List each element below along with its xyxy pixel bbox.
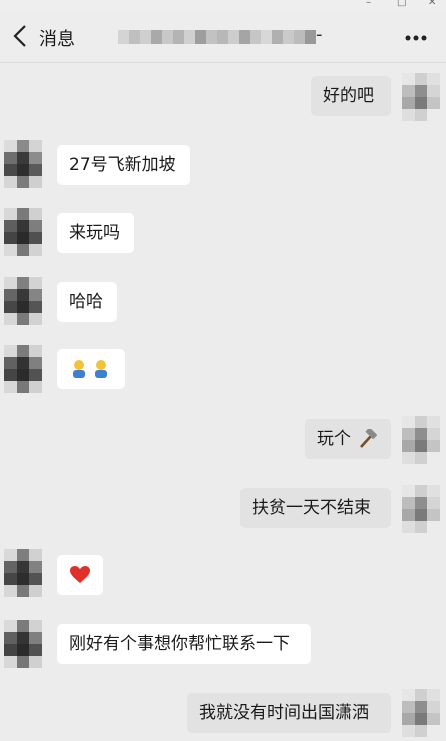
message-text: 我就没有时间出国潇洒: [199, 703, 369, 723]
my-avatar[interactable]: [402, 485, 440, 533]
message-bubble-outgoing[interactable]: 玩个: [305, 419, 391, 459]
minimize-icon[interactable]: –: [366, 0, 371, 8]
message-text: 来玩吗: [69, 223, 120, 243]
close-icon[interactable]: ✕: [428, 0, 436, 8]
message-bubble-incoming[interactable]: [57, 555, 103, 595]
message-bubble-outgoing[interactable]: 好的吧: [311, 76, 391, 116]
heart-emoji-icon: [70, 566, 90, 583]
two-people-emoji-icon: [73, 360, 107, 378]
message-text: 好的吧: [323, 86, 374, 106]
more-options-icon[interactable]: [404, 34, 428, 42]
message-text: 扶贫一天不结束: [252, 498, 371, 518]
message-text: 27号飞新加坡: [69, 155, 176, 175]
chevron-left-icon[interactable]: [10, 23, 32, 49]
message-bubble-incoming[interactable]: 哈哈: [57, 282, 117, 322]
contact-avatar[interactable]: [4, 345, 42, 393]
message-bubble-incoming[interactable]: 27号飞新加坡: [57, 145, 190, 185]
contact-avatar[interactable]: [4, 277, 42, 325]
back-button[interactable]: 消息: [39, 25, 75, 51]
maximize-icon[interactable]: □: [397, 0, 406, 8]
contact-avatar[interactable]: [4, 549, 42, 597]
chat-title-suffix: -: [316, 24, 323, 45]
contact-avatar[interactable]: [4, 208, 42, 256]
message-bubble-incoming[interactable]: 来玩吗: [57, 213, 134, 253]
message-text: 刚好有个事想你帮忙联系一下: [69, 634, 290, 654]
contact-avatar[interactable]: [4, 140, 42, 188]
message-text: 玩个: [317, 429, 351, 449]
message-bubble-outgoing[interactable]: 我就没有时间出国潇洒: [187, 693, 391, 733]
message-text: 哈哈: [69, 292, 103, 312]
my-avatar[interactable]: [402, 73, 440, 121]
my-avatar[interactable]: [402, 689, 440, 737]
chat-title-redacted: [118, 30, 316, 44]
message-bubble-incoming[interactable]: [57, 349, 125, 389]
hammer-emoji-icon: [360, 429, 378, 448]
message-bubble-outgoing[interactable]: 扶贫一天不结束: [240, 488, 391, 528]
message-bubble-incoming[interactable]: 刚好有个事想你帮忙联系一下: [57, 624, 311, 664]
my-avatar[interactable]: [402, 416, 440, 464]
status-bar: – □ ✕: [0, 0, 446, 10]
contact-avatar[interactable]: [4, 620, 42, 668]
chat-header: 消息 -: [0, 10, 446, 63]
